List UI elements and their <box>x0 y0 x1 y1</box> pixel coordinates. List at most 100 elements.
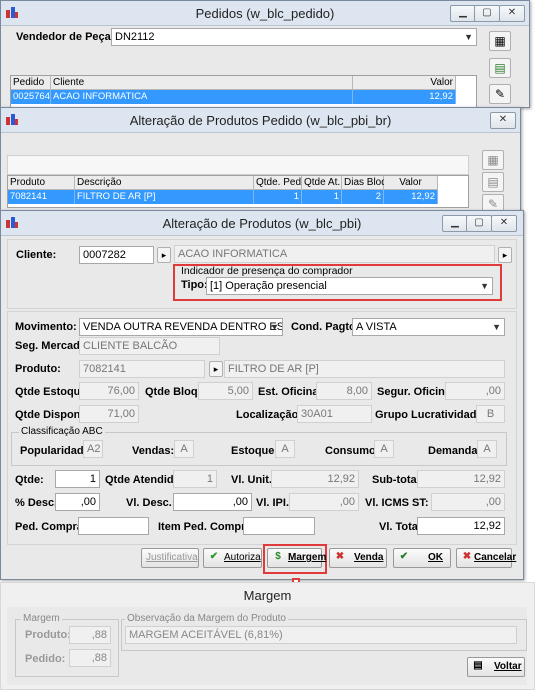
grupo-lucratividade-field: B <box>476 405 505 423</box>
vl-unit-field: 12,92 <box>271 470 359 488</box>
grupo-lucratividade-label: Grupo Lucratividade: <box>375 409 487 421</box>
pedidos-window: Pedidos (w_blc_pedido) ▁ ▢ ✕ Vendedor de… <box>0 0 530 109</box>
column-header-valor[interactable]: Valor <box>353 76 456 90</box>
cancelar-label: Cancelar <box>474 552 517 563</box>
voltar-button[interactable]: ▤ Voltar <box>467 657 525 677</box>
movimento-dropdown[interactable]: VENDA OUTRA REVENDA DENTRO ESTAD ▼ <box>79 318 283 336</box>
cell-dias-bloq[interactable]: 2 <box>342 190 384 204</box>
cond-pagto-label: Cond. Pagto: <box>291 321 360 333</box>
vl-desc-label: Vl. Desc.: <box>126 497 176 509</box>
vendas-field: A <box>174 440 194 458</box>
pct-desc-label: % Desc.: <box>15 497 61 509</box>
pct-desc-field[interactable]: ,00 <box>55 493 100 511</box>
produto-lookup-icon[interactable]: ▸ <box>209 361 223 377</box>
venda-icon: ✖ <box>335 551 345 563</box>
close-button[interactable]: ✕ <box>491 215 517 232</box>
column-header-qtde-ped[interactable]: Qtde. Ped. <box>254 176 304 190</box>
obs-margem-field: MARGEM ACEITÁVEL (6,81%) <box>125 626 517 644</box>
maximize-button[interactable]: ▢ <box>474 5 500 22</box>
localizacao-label: Localização: <box>236 409 303 421</box>
cell-cliente[interactable]: ACAO INFORMATICA <box>51 90 353 104</box>
demanda-label: Demanda: <box>428 445 482 457</box>
money-bag-icon: $ <box>275 551 281 563</box>
cliente-detail-icon[interactable]: ▸ <box>498 247 512 263</box>
column-header-valor[interactable]: Valor <box>384 176 438 190</box>
toolbar-grid-icon[interactable]: ▤ <box>482 172 504 192</box>
tipo-dropdown[interactable]: [1] Operação presencial ▼ <box>206 277 493 295</box>
maximize-button[interactable]: ▢ <box>466 215 492 232</box>
pedidos-grid[interactable]: Pedido Cliente Valor 0025764 ACAO INFORM… <box>10 75 477 109</box>
cell-descricao[interactable]: FILTRO DE AR [P] <box>75 190 254 204</box>
chevron-down-icon: ▼ <box>492 322 501 332</box>
cancel-icon: ✖ <box>462 551 472 563</box>
sub-total-label: Sub-total: <box>372 474 424 486</box>
minimize-button[interactable]: ▁ <box>442 215 468 232</box>
minimize-button[interactable]: ▁ <box>450 5 476 22</box>
pedidos-titlebar: Pedidos (w_blc_pedido) ▁ ▢ ✕ <box>1 1 529 26</box>
produtos-grid[interactable]: Produto Descrição Qtde. Ped. Qtde At. Di… <box>7 175 469 208</box>
column-header-pedido[interactable]: Pedido <box>11 76 51 90</box>
window-title: Alteração de Produtos Pedido (w_blc_pbi_… <box>129 113 392 128</box>
venda-label: Venda <box>354 552 384 563</box>
sub-total-field: 12,92 <box>417 470 505 488</box>
vendedor-value: DN2112 <box>115 31 155 43</box>
item-ped-compra-field[interactable] <box>243 517 315 535</box>
check-icon: ✔ <box>209 551 219 563</box>
cond-pagto-dropdown[interactable]: A VISTA ▼ <box>352 318 505 336</box>
cancelar-button[interactable]: ✖ Cancelar <box>456 548 516 568</box>
margem-window: Margem Margem Produto: ,88 Pedido: ,88 O… <box>0 582 535 690</box>
vl-icms-st-label: Vl. ICMS ST: <box>365 497 429 509</box>
cell-produto[interactable]: 7082141 <box>8 190 75 204</box>
alteracao-produtos-pedido-window: Alteração de Produtos Pedido (w_blc_pbi_… <box>0 107 521 215</box>
column-header-qtde-at[interactable]: Qtde At. <box>302 176 342 190</box>
column-header-dias-bloq[interactable]: Dias Bloq <box>342 176 387 190</box>
chevron-down-icon: ▼ <box>480 281 489 291</box>
ok-icon: ✔ <box>399 551 409 563</box>
produto-label: Produto: <box>15 363 61 375</box>
column-header-descricao[interactable]: Descrição <box>75 176 254 190</box>
vl-total-field[interactable]: 12,92 <box>417 517 505 535</box>
autoriza-button[interactable]: ✔ Autoriza <box>203 548 262 568</box>
toolbar-add-icon[interactable]: ▦ <box>482 150 504 170</box>
vl-ipi-label: Vl. IPI.: <box>256 497 293 509</box>
qtde-atendida-field: 1 <box>173 470 217 488</box>
qtde-bloq-label: Qtde Bloq.: <box>145 386 205 398</box>
ped-compra-field[interactable] <box>78 517 149 535</box>
vendedor-dropdown[interactable]: DN2112 ▼ <box>111 28 477 46</box>
cell-qtde-ped[interactable]: 1 <box>254 190 302 204</box>
close-button[interactable]: ✕ <box>499 5 525 22</box>
column-header-produto[interactable]: Produto <box>8 176 75 190</box>
estoque-field: A <box>275 440 295 458</box>
toolbar-grid-icon[interactable]: ▤ <box>489 58 511 78</box>
margem-pedido-field: ,88 <box>69 649 111 667</box>
cliente-name-field: ACAO INFORMATICA <box>174 245 495 263</box>
column-header-cliente[interactable]: Cliente <box>51 76 353 90</box>
vl-desc-field[interactable]: ,00 <box>173 493 252 511</box>
produto-code-field: 7082141 <box>79 360 205 378</box>
header-strip <box>7 155 469 175</box>
alteracao-pedido-titlebar: Alteração de Produtos Pedido (w_blc_pbi_… <box>1 108 520 133</box>
classificacao-abc-title: Classificação ABC <box>19 426 105 437</box>
qtde-dispon-label: Qtde Dispon.: <box>15 409 88 421</box>
est-oficina-label: Est. Oficina: <box>258 386 323 398</box>
item-ped-compra-label: Item Ped. Compra: <box>158 521 256 533</box>
ok-button[interactable]: ✔ OK <box>393 548 451 568</box>
localizacao-field: 30A01 <box>297 405 372 423</box>
venda-button[interactable]: ✖ Venda <box>329 548 387 568</box>
cell-valor[interactable]: 12,92 <box>384 190 438 204</box>
cell-valor[interactable]: 12,92 <box>353 90 456 104</box>
movimento-value: VENDA OUTRA REVENDA DENTRO ESTAD <box>83 321 283 333</box>
justificativa-button[interactable]: Justificativa <box>141 548 199 568</box>
cliente-lookup-icon[interactable]: ▸ <box>157 247 171 263</box>
toolbar-edit-icon[interactable]: ✎ <box>489 84 511 104</box>
voltar-icon: ▤ <box>473 660 483 672</box>
vl-ipi-field: ,00 <box>289 493 359 511</box>
toolbar-add-icon[interactable]: ▦ <box>489 31 511 51</box>
cliente-code-field[interactable]: 0007282 <box>79 246 154 264</box>
close-button[interactable]: ✕ <box>490 112 516 129</box>
margem-title: Margem <box>243 588 292 603</box>
cell-qtde-at[interactable]: 1 <box>302 190 342 204</box>
margem-button[interactable]: $ Margem <box>267 548 326 568</box>
qtde-field[interactable]: 1 <box>55 470 100 488</box>
cell-pedido[interactable]: 0025764 <box>11 90 51 104</box>
